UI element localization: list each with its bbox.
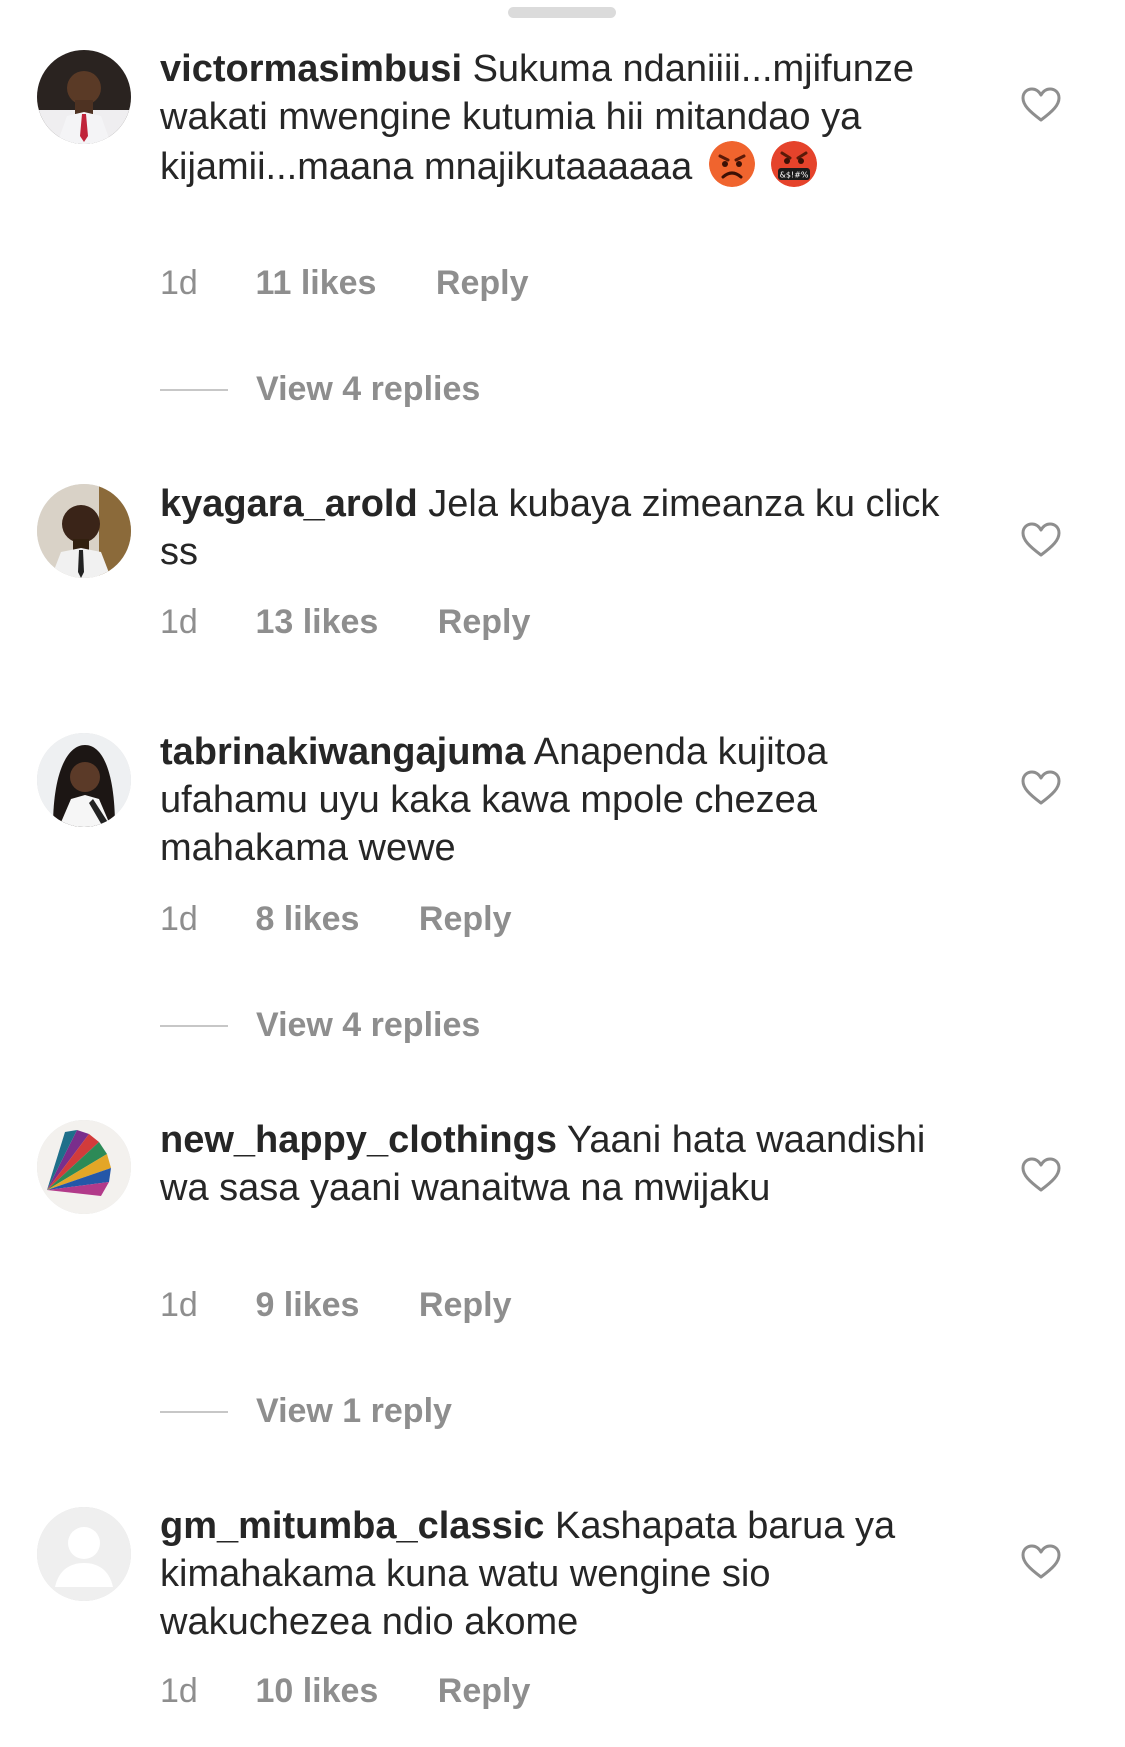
reply-button[interactable]: Reply (438, 1672, 531, 1711)
view-replies-button[interactable]: View 4 replies (160, 370, 480, 409)
comment-meta: 1d 11 likes Reply (160, 264, 529, 303)
comment-likes[interactable]: 9 likes (255, 1286, 359, 1325)
comment-text: new_happy_clothings Yaani hata waandishi… (160, 1116, 940, 1212)
comment-username[interactable]: kyagara_arold (160, 483, 418, 525)
heart-icon[interactable] (1021, 1544, 1061, 1580)
heart-icon[interactable] (1021, 87, 1061, 123)
view-replies-label: View 4 replies (256, 1006, 481, 1044)
avatar[interactable] (37, 484, 131, 578)
svg-text:&$!#%: &$!#% (780, 171, 809, 180)
comment-time: 1d (160, 1286, 198, 1324)
comment-text: gm_mitumba_classic Kashapata barua ya ki… (160, 1502, 940, 1646)
comment-likes[interactable]: 13 likes (255, 603, 378, 642)
heart-icon[interactable] (1021, 770, 1061, 806)
comment-username[interactable]: new_happy_clothings (160, 1119, 557, 1161)
comment-text: kyagara_arold Jela kubaya zimeanza ku cl… (160, 480, 940, 576)
comment-username[interactable]: tabrinakiwangajuma (160, 731, 525, 773)
view-replies-label: View 4 replies (256, 370, 481, 408)
comment-time: 1d (160, 1672, 198, 1710)
comment-likes[interactable]: 11 likes (255, 264, 376, 303)
replies-divider (160, 1410, 228, 1413)
comment-meta: 1d 10 likes Reply (160, 1672, 530, 1711)
avatar[interactable] (37, 733, 131, 827)
comment-meta: 1d 13 likes Reply (160, 603, 530, 642)
comment-time: 1d (160, 900, 198, 938)
avatar[interactable] (37, 1120, 131, 1214)
reply-button[interactable]: Reply (419, 900, 512, 939)
swearing-face-icon: &$!#% (771, 141, 818, 187)
comment-text: victormasimbusi Sukuma ndaniiii...mjifun… (160, 45, 940, 191)
comment-likes[interactable]: 8 likes (255, 900, 359, 939)
angry-face-icon (708, 141, 755, 187)
comment-username[interactable]: gm_mitumba_classic (160, 1505, 544, 1547)
view-replies-label: View 1 reply (256, 1392, 452, 1430)
replies-divider (160, 1024, 228, 1027)
comment-time: 1d (160, 264, 198, 302)
reply-button[interactable]: Reply (438, 603, 531, 642)
reply-button[interactable]: Reply (436, 264, 529, 303)
heart-icon[interactable] (1021, 522, 1061, 558)
reply-button[interactable]: Reply (419, 1286, 512, 1325)
comment-likes[interactable]: 10 likes (255, 1672, 378, 1711)
comment-text: tabrinakiwangajuma Anapenda kujitoa ufah… (160, 728, 940, 872)
comment-meta: 1d 8 likes Reply (160, 900, 511, 939)
comment-username[interactable]: victormasimbusi (160, 48, 462, 90)
view-replies-button[interactable]: View 1 reply (160, 1392, 452, 1431)
sheet-drag-handle[interactable] (508, 7, 616, 18)
comment-meta: 1d 9 likes Reply (160, 1286, 511, 1325)
avatar[interactable] (37, 1507, 131, 1601)
comment-time: 1d (160, 603, 198, 641)
heart-icon[interactable] (1021, 1157, 1061, 1193)
avatar[interactable] (37, 50, 131, 144)
view-replies-button[interactable]: View 4 replies (160, 1006, 480, 1045)
replies-divider (160, 388, 228, 391)
